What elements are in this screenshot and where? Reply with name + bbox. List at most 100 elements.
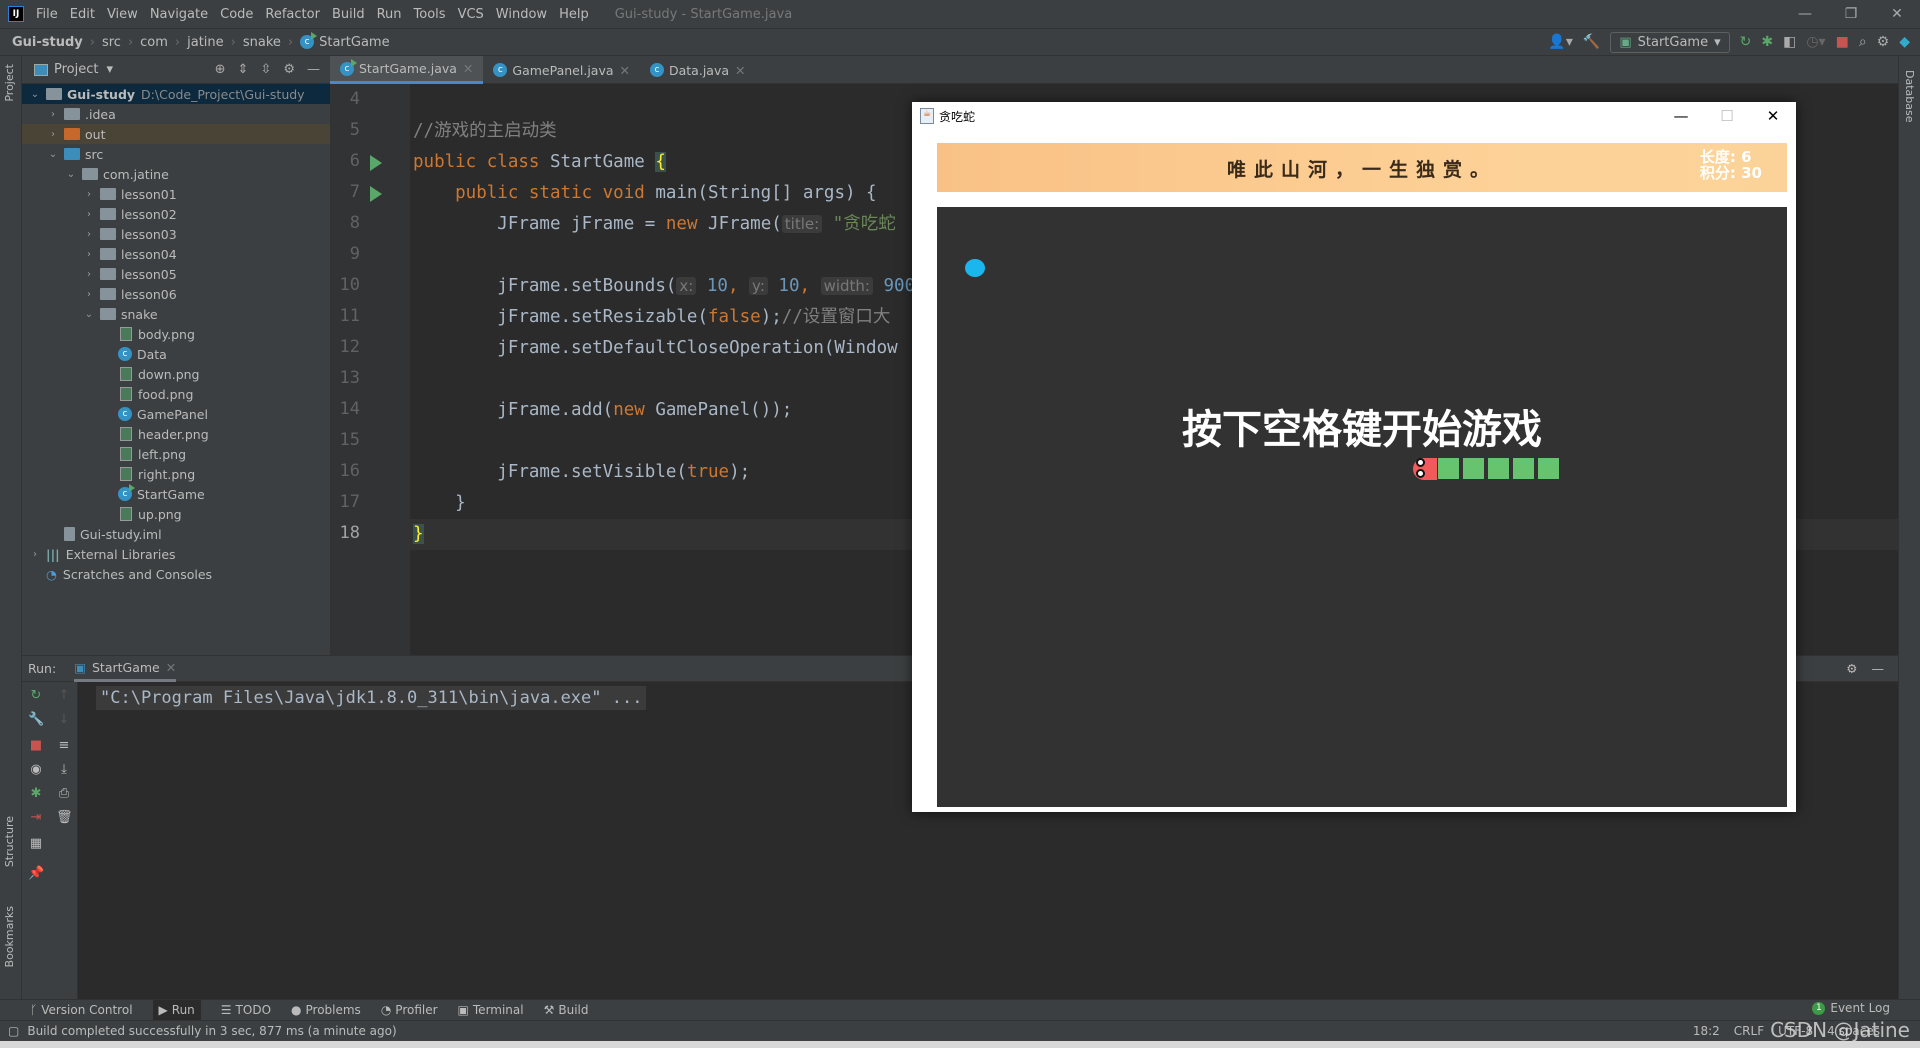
gear-icon[interactable]: ⚙ bbox=[1877, 34, 1890, 50]
scroll-to-end-icon[interactable]: ⤓ bbox=[56, 762, 72, 777]
layout-icon[interactable]: ▦ bbox=[28, 836, 44, 851]
tree-item[interactable]: ⌄ Gui-study D:\Code_Project\Gui-study bbox=[22, 84, 330, 104]
project-tool-button[interactable]: Project bbox=[3, 64, 16, 102]
run-config-select[interactable]: ▣ StartGame ▾ bbox=[1610, 31, 1730, 53]
chevron-down-icon[interactable]: ▾ bbox=[106, 62, 113, 77]
tree-item[interactable]: ◔ Scratches and Consoles bbox=[22, 564, 330, 584]
menu-window[interactable]: Window bbox=[496, 7, 547, 22]
close-tab-icon[interactable]: ✕ bbox=[166, 660, 176, 675]
run-tab-startgame[interactable]: ▣ StartGame ✕ bbox=[74, 656, 177, 682]
chevron-right-icon[interactable]: › bbox=[82, 229, 96, 240]
menu-file[interactable]: File bbox=[36, 7, 58, 22]
tab-data-java[interactable]: c Data.java ✕ bbox=[640, 56, 756, 84]
user-icon[interactable]: 👤▾ bbox=[1548, 34, 1572, 50]
arrow-down-icon[interactable]: ↓ bbox=[56, 712, 72, 727]
status-toggle-icon[interactable]: ▢ bbox=[8, 1024, 19, 1038]
tab-startgame-java[interactable]: c StartGame.java ✕ bbox=[330, 56, 484, 84]
tree-item[interactable]: › lesson05 bbox=[22, 264, 330, 284]
console-output[interactable]: "C:\Program Files\Java\jdk1.8.0_311\bin\… bbox=[96, 686, 647, 710]
camera-icon[interactable]: ◉ bbox=[28, 762, 44, 777]
menu-tools[interactable]: Tools bbox=[414, 7, 446, 22]
bookmarks-tool-button[interactable]: Bookmarks bbox=[3, 906, 16, 967]
chevron-right-icon[interactable]: › bbox=[82, 289, 96, 300]
hide-icon[interactable]: — bbox=[1872, 661, 1885, 676]
tree-item[interactable]: › lesson06 bbox=[22, 284, 330, 304]
tree-item[interactable]: up.png bbox=[22, 504, 330, 524]
stop-icon[interactable]: ■ bbox=[28, 738, 44, 753]
chevron-right-icon[interactable]: › bbox=[82, 189, 96, 200]
restore-button[interactable]: ❐ bbox=[1828, 0, 1874, 28]
debug-icon[interactable]: ✱ bbox=[28, 786, 44, 801]
tool-build[interactable]: ⚒ Build bbox=[544, 1003, 589, 1017]
close-button[interactable]: ✕ bbox=[1750, 107, 1796, 125]
breadcrumb-item[interactable]: Gui-study bbox=[12, 35, 83, 50]
tool-todo[interactable]: ☰ TODO bbox=[221, 1003, 271, 1017]
chevron-down-icon[interactable]: ⌄ bbox=[64, 169, 78, 180]
close-tab-icon[interactable]: ✕ bbox=[463, 61, 473, 76]
tree-item[interactable]: › out bbox=[22, 124, 330, 144]
breadcrumb-item[interactable]: StartGame bbox=[319, 35, 389, 50]
tree-item[interactable]: ⌄ com.jatine bbox=[22, 164, 330, 184]
tree-item[interactable]: › lesson03 bbox=[22, 224, 330, 244]
tab-gamepanel-java[interactable]: c GamePanel.java ✕ bbox=[483, 56, 640, 84]
tree-item[interactable]: Gui-study.iml bbox=[22, 524, 330, 544]
toolbox-icon[interactable]: ◆ bbox=[1899, 34, 1910, 50]
expand-all-icon[interactable]: ⇕ bbox=[238, 62, 249, 77]
run-gutter-icon[interactable] bbox=[370, 155, 382, 171]
menu-edit[interactable]: Edit bbox=[70, 7, 95, 22]
pin-icon[interactable]: 📌 bbox=[28, 866, 44, 881]
tree-item[interactable]: left.png bbox=[22, 444, 330, 464]
database-tool-button[interactable]: Database bbox=[1903, 70, 1916, 123]
menu-vcs[interactable]: VCS bbox=[458, 7, 484, 22]
menu-view[interactable]: View bbox=[107, 7, 138, 22]
chevron-right-icon[interactable]: › bbox=[82, 269, 96, 280]
search-icon[interactable]: ⌕ bbox=[1859, 34, 1867, 50]
stop-icon[interactable]: ■ bbox=[1836, 34, 1849, 50]
chevron-right-icon[interactable]: › bbox=[46, 109, 60, 120]
menu-navigate[interactable]: Navigate bbox=[150, 7, 208, 22]
chevron-right-icon[interactable]: › bbox=[82, 249, 96, 260]
tree-item[interactable]: ⌄ snake bbox=[22, 304, 330, 324]
menu-code[interactable]: Code bbox=[220, 7, 253, 22]
tree-item[interactable]: › .idea bbox=[22, 104, 330, 124]
tree-item[interactable]: › ||| External Libraries bbox=[22, 544, 330, 564]
minimize-button[interactable]: — bbox=[1658, 107, 1704, 125]
tool-version-control[interactable]: ᚴ Version Control bbox=[30, 1003, 133, 1017]
line-separator[interactable]: CRLF bbox=[1734, 1024, 1764, 1038]
tree-item[interactable]: right.png bbox=[22, 464, 330, 484]
collapse-all-icon[interactable]: ⇳ bbox=[260, 62, 271, 77]
menu-build[interactable]: Build bbox=[332, 7, 365, 22]
project-view-select[interactable]: Project bbox=[54, 62, 98, 77]
chevron-right-icon[interactable]: › bbox=[28, 549, 42, 560]
coverage-icon[interactable]: ◧ bbox=[1783, 34, 1796, 50]
gear-icon[interactable]: ⚙ bbox=[1846, 661, 1857, 676]
breadcrumb-item[interactable]: src bbox=[102, 35, 121, 50]
chevron-down-icon[interactable]: ⌄ bbox=[46, 149, 60, 160]
menu-run[interactable]: Run bbox=[377, 7, 402, 22]
structure-tool-button[interactable]: Structure bbox=[3, 816, 16, 867]
arrow-up-icon[interactable]: ↑ bbox=[56, 688, 72, 703]
tool-terminal[interactable]: ▣ Terminal bbox=[458, 1003, 524, 1017]
tool-problems[interactable]: ● Problems bbox=[291, 1003, 361, 1017]
menu-refactor[interactable]: Refactor bbox=[265, 7, 320, 22]
breadcrumb-item[interactable]: jatine bbox=[187, 35, 224, 50]
breadcrumb-item[interactable]: com bbox=[140, 35, 168, 50]
tree-item[interactable]: › lesson04 bbox=[22, 244, 330, 264]
chevron-down-icon[interactable]: ⌄ bbox=[82, 309, 96, 320]
close-button[interactable]: ✕ bbox=[1874, 0, 1920, 28]
rerun-icon[interactable]: ↻ bbox=[28, 688, 44, 703]
trash-icon[interactable]: 🗑 bbox=[56, 810, 73, 825]
build-hammer-icon[interactable]: 🔨 bbox=[1583, 34, 1600, 50]
exit-icon[interactable]: ⇥ bbox=[28, 810, 44, 825]
soft-wrap-icon[interactable]: ≡ bbox=[56, 738, 72, 753]
wrench-icon[interactable]: 🔧 bbox=[28, 712, 44, 727]
chevron-down-icon[interactable]: ⌄ bbox=[28, 89, 42, 100]
chevron-right-icon[interactable]: › bbox=[46, 129, 60, 140]
caret-position[interactable]: 18:2 bbox=[1693, 1024, 1720, 1038]
tree-item[interactable]: body.png bbox=[22, 324, 330, 344]
tree-item[interactable]: c StartGame bbox=[22, 484, 330, 504]
locate-icon[interactable]: ⊕ bbox=[215, 62, 226, 77]
rerun-icon[interactable]: ↻ bbox=[1740, 34, 1752, 50]
tool-profiler[interactable]: ◔ Profiler bbox=[381, 1003, 438, 1017]
minimize-button[interactable]: — bbox=[1782, 0, 1828, 28]
